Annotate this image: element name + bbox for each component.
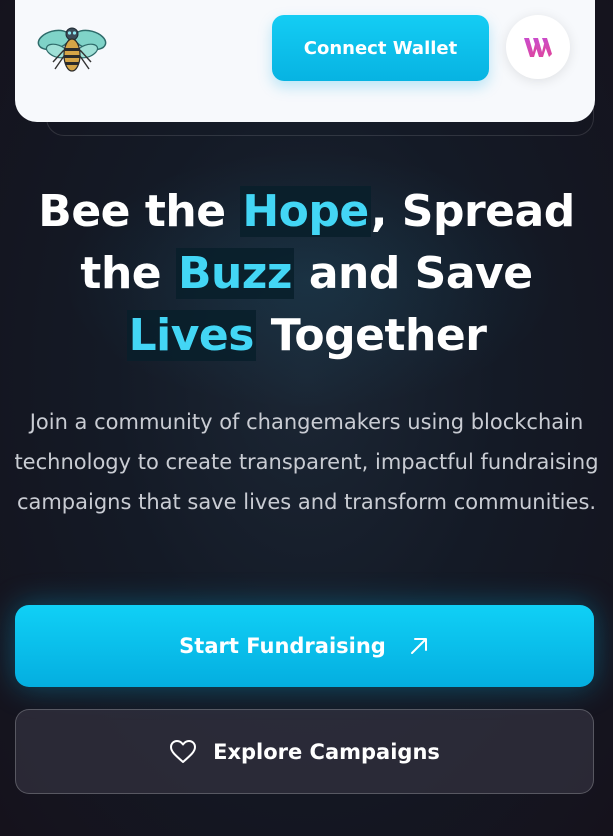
headline-text: and Save — [294, 248, 533, 299]
hero-headline: Bee the Hope, Spread the Buzz and Save L… — [0, 181, 613, 367]
headline-text: Bee the — [38, 186, 241, 237]
headline-text: the — [80, 248, 176, 299]
explore-campaigns-button[interactable]: Explore Campaigns — [15, 709, 594, 794]
wallet-brand-icon[interactable] — [506, 15, 570, 79]
headline-highlight-lives: Lives — [126, 310, 256, 361]
explore-campaigns-label: Explore Campaigns — [213, 739, 440, 764]
heart-icon — [169, 739, 197, 765]
headline-text: , Spread — [370, 186, 575, 237]
start-fundraising-label: Start Fundraising — [179, 634, 386, 658]
headline-text: Together — [255, 310, 487, 361]
bee-logo-icon[interactable] — [37, 22, 107, 76]
top-header: Connect Wallet — [15, 0, 595, 122]
hero-subtitle: Join a community of changemakers using b… — [14, 410, 599, 514]
connect-wallet-button[interactable]: Connect Wallet — [272, 15, 489, 81]
start-fundraising-button[interactable]: Start Fundraising — [15, 605, 594, 687]
arrow-up-right-icon — [408, 635, 430, 657]
headline-highlight-hope: Hope — [240, 186, 371, 237]
headline-highlight-buzz: Buzz — [175, 248, 295, 299]
